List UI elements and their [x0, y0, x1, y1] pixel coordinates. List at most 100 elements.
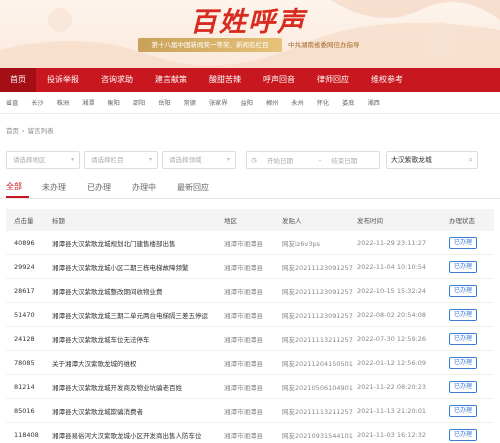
header-time: 发布时间 [357, 217, 383, 225]
tab-pending[interactable]: 未办理 [42, 182, 73, 198]
city-link[interactable]: 常德 [184, 98, 196, 107]
search-icon[interactable]: ⌕ [469, 152, 473, 168]
row-status-cell: 已办理 [449, 380, 494, 393]
city-link[interactable]: 长沙 [31, 98, 43, 107]
table-row[interactable]: 29924 湘潭县大汉紫歌龙城小区二期三栋电梯故障频繁 湘潭市湘潭县 网友202111… [6, 255, 494, 279]
status-badge[interactable]: 已办理 [449, 380, 478, 393]
status-badge[interactable]: 已办理 [449, 308, 478, 321]
status-badge[interactable]: 已办理 [449, 356, 478, 369]
status-badge[interactable]: 已办理 [449, 260, 478, 273]
column-select[interactable]: 请选择栏目 ▾ [84, 151, 158, 169]
row-time: 2022-08-02 20:54:08 [357, 310, 427, 319]
city-link[interactable]: 株洲 [57, 98, 69, 107]
city-link[interactable]: 益阳 [241, 98, 253, 107]
table-row[interactable]: 81214 湘潭县大汉紫歌龙城开发商及物业坑骗老百姓 湘潭市湘潭县 网友2021050… [6, 375, 494, 399]
date-separator: - [318, 156, 322, 164]
area-select-placeholder: 请选择地区 [13, 156, 46, 164]
tab-all[interactable]: 全部 [6, 181, 29, 198]
table-row[interactable]: 118408 湘潭县易俗河大汉紫歌龙城小区开发商出售人防车位 湘潭市湘潭县 网友202… [6, 423, 494, 443]
row-time: 2022-11-29 23:11:27 [357, 238, 427, 247]
row-sender: 网友20211113211257 [282, 335, 353, 344]
nav-item-echo[interactable]: 呼声回音 [252, 68, 306, 92]
city-bar: 省直 长沙 株洲 湘潭 衡阳 邵阳 岳阳 常德 张家界 益阳 郴州 永州 怀化 … [0, 92, 500, 114]
click-count: 51470 [14, 310, 35, 319]
start-date-input[interactable]: 开始日期 [261, 155, 315, 165]
row-title-link[interactable]: 湘潭县大汉紫歌龙城开发商及物业坑骗老百姓 [52, 382, 224, 392]
search-input[interactable]: 大汉紫歌龙城 ⌕ [386, 151, 478, 169]
city-link[interactable]: 永州 [291, 98, 303, 107]
tab-in-progress[interactable]: 办理中 [132, 182, 163, 198]
click-count: 118408 [14, 430, 39, 439]
row-sender: 网友20210931544101 [282, 431, 353, 440]
row-sender: 网友20211123091257 [282, 263, 353, 272]
status-badge[interactable]: 已办理 [449, 236, 478, 249]
guide-text: 中共湖南省委网信办指导 [288, 41, 360, 49]
click-count: 40896 [14, 238, 35, 247]
table-body: 40896 湘潭县大汉紫歌龙城规划北门建售楼部出售湘潭市湘潭县 网友iz6v3ps 2… [6, 231, 494, 443]
header-status: 办理状态 [449, 217, 475, 225]
row-title-link[interactable]: 湘潭县易俗河大汉紫歌龙城小区开发商出售人防车位 [52, 430, 224, 440]
table-row[interactable]: 51470 湘潭县大汉紫歌龙城三期二单元两台电梯隔三差五停运 湘潭市湘潭县 网友202… [6, 303, 494, 327]
row-status-cell: 已办理 [449, 284, 494, 297]
table-row[interactable]: 24128 湘潭县大汉紫歌龙城车位无法停车 湘潭市湘潭县 网友202111132112… [6, 327, 494, 351]
nav-item-complaint[interactable]: 投诉举报 [36, 68, 90, 92]
status-badge[interactable]: 已办理 [449, 404, 478, 417]
award-ribbon: 第十八届中国新闻奖一等奖、新闻名栏目 [138, 38, 282, 52]
city-link[interactable]: 衡阳 [108, 98, 120, 107]
nav-item-life[interactable]: 酸甜苦辣 [198, 68, 252, 92]
nav-item-consult[interactable]: 咨询求助 [90, 68, 144, 92]
row-status-cell: 已办理 [449, 428, 494, 441]
table-row[interactable]: 40896 湘潭县大汉紫歌龙城规划北门建售楼部出售 湘潭市湘潭县 网友iz6v3ps 2… [6, 231, 494, 255]
domain-select[interactable]: 请选择领域 ▾ [162, 151, 236, 169]
breadcrumb-separator: › [22, 127, 25, 135]
row-time: 2022-01-12 12:56:09 [357, 358, 427, 367]
row-status-cell: 已办理 [449, 260, 494, 273]
row-title-link[interactable]: 湘潭县大汉紫歌龙城三期二单元两台电梯隔三差五停运 [52, 310, 224, 320]
row-title-link[interactable]: 湘潭县大汉紫歌龙城整改期间收物业费 [52, 286, 224, 296]
row-title-link[interactable]: 湘潭县大汉紫歌龙城车位无法停车 [52, 334, 224, 344]
site-logo[interactable]: 百姓呼声 [190, 0, 306, 39]
nav-item-rights[interactable]: 维权参考 [360, 68, 414, 92]
tab-latest-reply[interactable]: 最新回应 [177, 182, 216, 198]
table-row[interactable]: 85016 湘潭县大汉紫歌龙城欺骗消费者 湘潭市湘潭县 网友2021111321125… [6, 399, 494, 423]
date-range-picker[interactable]: ◷ 开始日期 - 结束日期 [246, 151, 380, 169]
row-area: 湘潭市湘潭县 [224, 383, 263, 392]
row-area: 湘潭市湘潭县 [224, 311, 263, 320]
city-link[interactable]: 邵阳 [133, 98, 145, 107]
breadcrumb-home[interactable]: 首页 [6, 127, 19, 135]
nav-item-lawyer[interactable]: 律师回应 [306, 68, 360, 92]
row-title-link[interactable]: 湘潭县大汉紫歌龙城小区二期三栋电梯故障频繁 [52, 262, 224, 272]
status-badge[interactable]: 已办理 [449, 428, 478, 441]
row-sender: 网友20211123091257 [282, 287, 353, 296]
city-link[interactable]: 省直 [6, 98, 18, 107]
tab-done[interactable]: 已办理 [87, 182, 118, 198]
table-row[interactable]: 78085 关于湘潭大汉紫歌龙城的维权 湘潭市湘潭县 网友20211204150501… [6, 351, 494, 375]
row-title-link[interactable]: 湘潭县大汉紫歌龙城规划北门建售楼部出售 [52, 238, 224, 248]
banner: 百姓呼声 第十八届中国新闻奖一等奖、新闻名栏目 中共湖南省委网信办指导 [0, 0, 500, 68]
city-link[interactable]: 郴州 [266, 98, 278, 107]
breadcrumb: 首页 › 留言列表 [0, 121, 500, 141]
city-link[interactable]: 怀化 [317, 98, 329, 107]
nav-item-suggest[interactable]: 建言献策 [144, 68, 198, 92]
area-select[interactable]: 请选择地区 ▾ [6, 151, 80, 169]
row-sender: 网友20211113211257 [282, 407, 353, 416]
row-sender: 网友20211204150501 [282, 359, 353, 368]
status-badge[interactable]: 已办理 [449, 332, 478, 345]
row-status-cell: 已办理 [449, 356, 494, 369]
city-link[interactable]: 湘西 [367, 98, 379, 107]
city-link[interactable]: 娄底 [342, 98, 354, 107]
row-area: 湘潭市湘潭县 [224, 287, 263, 296]
table-row[interactable]: 28617 湘潭县大汉紫歌龙城整改期间收物业费 湘潭市湘潭县 网友2021112309… [6, 279, 494, 303]
city-link[interactable]: 张家界 [209, 98, 228, 107]
row-sender: 网友iz6v3ps [282, 239, 320, 248]
row-sender: 网友20210506104901 [282, 383, 353, 392]
row-title-link[interactable]: 关于湘潭大汉紫歌龙城的维权 [52, 358, 224, 368]
city-link[interactable]: 岳阳 [158, 98, 170, 107]
row-title-link[interactable]: 湘潭县大汉紫歌龙城欺骗消费者 [52, 406, 224, 416]
click-count: 85016 [14, 406, 35, 415]
calendar-icon: ◷ [251, 156, 257, 164]
status-badge[interactable]: 已办理 [449, 284, 478, 297]
nav-item-home[interactable]: 首页 [0, 68, 36, 92]
end-date-input[interactable]: 结束日期 [325, 155, 379, 165]
city-link[interactable]: 湘潭 [82, 98, 94, 107]
